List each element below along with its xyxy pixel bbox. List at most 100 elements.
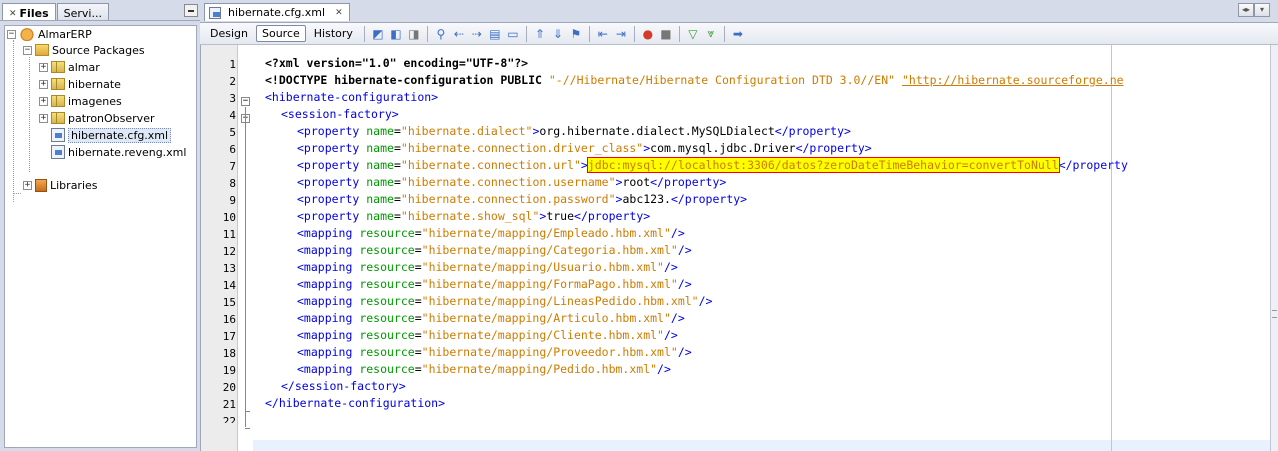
find-previous-icon[interactable]: ⇠ <box>451 26 467 42</box>
vertical-scrollbar[interactable] <box>1270 45 1278 451</box>
collapse-icon[interactable]: − <box>7 29 16 39</box>
xml-file-icon <box>209 6 221 19</box>
line-number: 12 <box>222 245 236 258</box>
find-next-icon[interactable]: ⇢ <box>469 26 485 42</box>
find-icon[interactable]: ⚲ <box>433 26 449 42</box>
expand-icon[interactable]: + <box>39 113 48 123</box>
line-number: 20 <box>222 381 236 394</box>
code-line: <?xml version="1.0" encoding="UTF-8"?> <box>265 55 528 72</box>
tree-item-source-packages[interactable]: − Source Packages <box>23 42 145 58</box>
validate-xml-icon[interactable]: ⩔ <box>703 26 719 42</box>
xslt-transform-icon[interactable]: ➡ <box>730 26 746 42</box>
editor-tab-hibernate-cfg[interactable]: hibernate.cfg.xml ✕ <box>204 3 350 21</box>
close-icon[interactable]: ✕ <box>335 8 343 18</box>
right-margin-line <box>1111 45 1112 451</box>
line-number: 19 <box>222 364 236 377</box>
doctype-system-link[interactable]: "http://hibernate.sourceforge.ne <box>902 73 1124 87</box>
token: "hibernate/mapping/Proveedor.hbm.xml" <box>421 345 678 359</box>
expand-icon[interactable]: + <box>23 180 32 190</box>
expand-icon[interactable]: + <box>39 79 48 89</box>
scroll-tabs-icon[interactable]: ◂▸ <box>1238 3 1254 17</box>
tree-item-almar[interactable]: + almar <box>39 59 100 75</box>
line-number: 15 <box>222 296 236 309</box>
fold-collapse-icon[interactable]: − <box>241 97 250 106</box>
token: true <box>546 209 575 223</box>
code-line-property: <property name="hibernate.connection.dri… <box>297 140 872 157</box>
token: name <box>366 124 394 138</box>
editor-toolbar: Design Source History ◩ ◧ ◨ ⚲ ⇠ ⇢ ▤ ▭ ⇑ … <box>200 22 1278 45</box>
check-xml-icon[interactable]: ▽ <box>685 26 701 42</box>
code-editor[interactable]: − − 1 2 3 4 5 6 7 8 9 10 11 12 13 14 15 … <box>200 45 1270 451</box>
tree-item-hibernate-cfg[interactable]: hibernate.cfg.xml <box>51 127 172 143</box>
xml-declaration: <?xml version="1.0" encoding="UTF-8"?> <box>265 56 529 70</box>
code-line-mapping: <mapping resource="hibernate/mapping/Emp… <box>297 225 685 242</box>
source-button[interactable]: Source <box>255 25 306 42</box>
xml-file-icon <box>51 145 65 159</box>
minimize-button[interactable] <box>184 4 198 17</box>
panel-tabs: ✕ Files Servi... <box>0 0 200 21</box>
expand-icon[interactable]: + <box>39 96 48 106</box>
token: <property <box>297 124 367 138</box>
back-icon[interactable]: ◧ <box>388 26 404 42</box>
expand-icon[interactable]: + <box>39 62 48 72</box>
tree-item-hibernate[interactable]: + hibernate <box>39 76 121 92</box>
token: <property <box>297 175 367 189</box>
find-selection-icon[interactable]: ▤ <box>487 26 503 42</box>
token: "hibernate.connection.password" <box>400 192 616 206</box>
tree-item-hibernate-reveng[interactable]: hibernate.reveng.xml <box>51 144 186 160</box>
previous-bookmark-icon[interactable]: ⇑ <box>532 26 548 42</box>
shift-left-icon[interactable]: ⇤ <box>595 26 611 42</box>
tree-item-libraries[interactable]: + Libraries <box>23 177 98 193</box>
tab-files[interactable]: ✕ Files <box>2 3 56 20</box>
tree-item-label: patronObserver <box>68 111 155 125</box>
toggle-bookmark-icon[interactable]: ⚑ <box>568 26 584 42</box>
token: /> <box>663 328 678 342</box>
code-line-mapping: <mapping resource="hibernate/mapping/Pro… <box>297 344 692 361</box>
scroll-grip[interactable] <box>1272 310 1277 318</box>
chevron-down-icon[interactable]: ▾ <box>1254 3 1270 17</box>
editor-tab-label: hibernate.cfg.xml <box>228 6 326 19</box>
toggle-highlight-icon[interactable]: ▭ <box>505 26 521 42</box>
token: name <box>366 192 394 206</box>
tree-item-almarerp[interactable]: − AlmarERP <box>7 26 92 42</box>
token: "hibernate.show_sql" <box>400 209 540 223</box>
design-button[interactable]: Design <box>204 25 254 42</box>
token: </property> <box>574 209 651 223</box>
next-bookmark-icon[interactable]: ⇓ <box>550 26 566 42</box>
package-icon <box>51 78 65 90</box>
package-icon <box>51 95 65 107</box>
libraries-icon <box>35 178 47 192</box>
token: com.mysql.jdbc.Driver <box>650 141 796 155</box>
token: "hibernate.connection.driver_class" <box>400 141 644 155</box>
code-line: <hibernate-configuration> <box>265 89 438 106</box>
history-button[interactable]: History <box>308 25 359 42</box>
tree-item-patronobserver[interactable]: + patronObserver <box>39 110 154 126</box>
tree-item-label: Libraries <box>50 178 98 192</box>
forward-icon[interactable]: ◨ <box>406 26 422 42</box>
line-number: 5 <box>229 126 236 139</box>
token: "hibernate/mapping/Empleado.hbm.xml" <box>421 226 671 240</box>
code-line-property: <property name="hibernate.connection.use… <box>297 174 726 191</box>
token: <mapping <box>297 294 360 308</box>
tree-item-imagenes[interactable]: + imagenes <box>39 93 122 109</box>
line-number: 13 <box>222 262 236 275</box>
stop-macro-icon[interactable]: ■ <box>658 26 674 42</box>
collapse-icon[interactable]: − <box>23 45 32 55</box>
start-macro-icon[interactable]: ● <box>640 26 656 42</box>
line-number: 7 <box>229 160 236 173</box>
token: <mapping <box>297 260 360 274</box>
token: /> <box>677 345 692 359</box>
shift-right-icon[interactable]: ⇥ <box>613 26 629 42</box>
token: resource <box>359 260 415 274</box>
tree-item-label: Source Packages <box>52 43 145 57</box>
token: resource <box>359 226 415 240</box>
line-number: 14 <box>222 279 236 292</box>
tab-services[interactable]: Servi... <box>56 3 109 20</box>
token: <mapping <box>297 243 360 257</box>
close-icon[interactable]: ✕ <box>9 9 17 19</box>
code-line: <session-factory> <box>281 106 399 123</box>
line-number: 21 <box>222 398 236 411</box>
last-edit-icon[interactable]: ◩ <box>370 26 386 42</box>
token: = <box>393 141 401 155</box>
project-icon <box>19 27 35 41</box>
